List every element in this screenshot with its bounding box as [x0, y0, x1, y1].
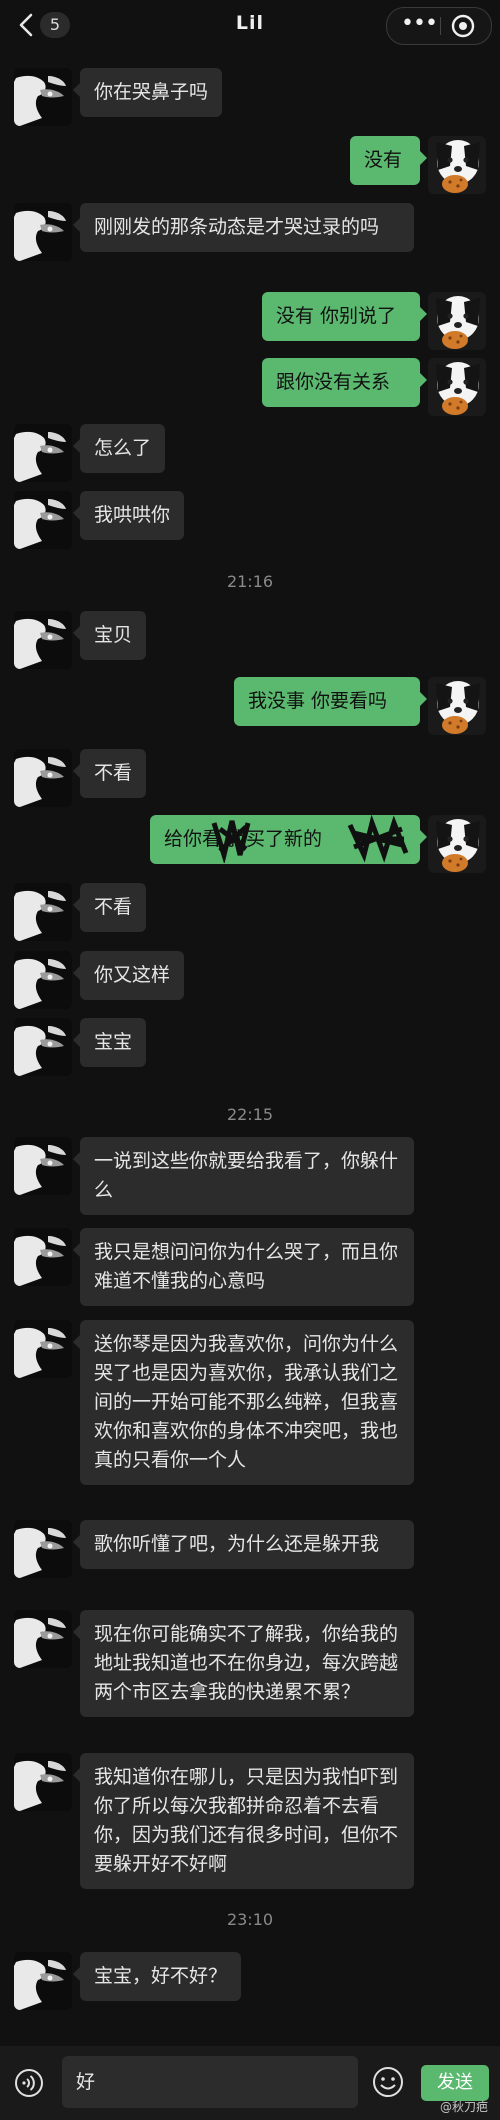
my-avatar[interactable]	[428, 136, 486, 194]
my-avatar[interactable]	[428, 815, 486, 873]
mini-program-capsule: •••	[386, 7, 492, 45]
received-message-bubble[interactable]: 刚刚发的那条动态是才哭过录的吗	[73, 203, 414, 252]
received-message-bubble[interactable]: 你又这样	[72, 951, 185, 1000]
chat-header: 5 Lil •••	[0, 0, 500, 52]
sent-message-bubble[interactable]: 跟你没有关系	[262, 358, 427, 407]
contact-avatar[interactable]	[14, 1137, 72, 1195]
contact-avatar[interactable]	[14, 203, 72, 261]
timestamp: 21:16	[226, 572, 274, 591]
contact-avatar[interactable]	[14, 1320, 72, 1378]
contact-avatar[interactable]	[14, 1753, 72, 1811]
contact-avatar[interactable]	[14, 1018, 72, 1076]
send-button[interactable]: 发送	[421, 2065, 489, 2101]
sent-message-bubble[interactable]: 没有 你别说了	[262, 292, 427, 341]
received-message-bubble[interactable]: 不看	[72, 749, 147, 798]
contact-avatar[interactable]	[14, 1952, 72, 2010]
received-message-bubble[interactable]: 怎么了	[72, 424, 166, 473]
contact-avatar[interactable]	[14, 883, 72, 941]
input-bar: 好 发送	[0, 2046, 500, 2120]
capsule-divider	[440, 17, 441, 35]
contact-avatar[interactable]	[14, 68, 72, 126]
emoji-icon[interactable]	[372, 2066, 404, 2098]
received-message-bubble[interactable]: 现在你可能确实不了解我，你给我的地址我知道也不在你身边，每次跨越两个市区去拿我的…	[73, 1610, 414, 1717]
received-message-bubble[interactable]: 歌你听懂了吧，为什么还是躲开我	[73, 1520, 414, 1569]
voice-icon[interactable]	[14, 2068, 44, 2098]
contact-avatar[interactable]	[14, 1228, 72, 1286]
timestamp: 22:15	[226, 1105, 274, 1124]
contact-avatar[interactable]	[14, 1610, 72, 1668]
message-input[interactable]: 好	[62, 2056, 358, 2108]
my-avatar[interactable]	[428, 677, 486, 735]
contact-avatar[interactable]	[14, 424, 72, 482]
received-message-bubble[interactable]: 不看	[72, 883, 147, 932]
sent-message-bubble[interactable]: 我没事 你要看吗	[234, 677, 427, 726]
received-message-bubble[interactable]: 宝宝	[72, 1018, 147, 1067]
received-message-bubble[interactable]: 我知道你在哪儿，只是因为我怕吓到你了所以每次我都拼命忍着不去看你，因为我们还有很…	[73, 1753, 414, 1889]
contact-avatar[interactable]	[14, 1520, 72, 1578]
received-message-bubble[interactable]: 送你琴是因为我喜欢你，问你为什么哭了也是因为喜欢你，我承认我们之间的一开始可能不…	[73, 1320, 414, 1485]
my-avatar[interactable]	[428, 292, 486, 350]
received-message-bubble[interactable]: 我只是想问问你为什么哭了，而且你难道不懂我的心意吗	[73, 1228, 414, 1306]
received-message-bubble[interactable]: 宝贝	[72, 611, 147, 660]
mini-program-close-icon[interactable]	[451, 14, 475, 38]
sent-message-bubble[interactable]: 没有	[350, 136, 427, 185]
watermark: @秋刀疤	[439, 2100, 488, 2114]
contact-avatar[interactable]	[14, 611, 72, 669]
sent-message-bubble[interactable]: 给你看 我买了新的	[150, 815, 427, 864]
timestamp: 23:10	[226, 1910, 274, 1929]
received-message-bubble[interactable]: 我哄哄你	[72, 491, 185, 540]
my-avatar[interactable]	[428, 358, 486, 416]
received-message-bubble[interactable]: 宝宝，好不好？	[72, 1952, 242, 2001]
contact-avatar[interactable]	[14, 491, 72, 549]
contact-avatar[interactable]	[14, 749, 72, 807]
received-message-bubble[interactable]: 你在哭鼻子吗	[72, 68, 223, 117]
contact-avatar[interactable]	[14, 951, 72, 1009]
received-message-bubble[interactable]: 一说到这些你就要给我看了，你躲什么	[73, 1137, 414, 1215]
more-dots-icon[interactable]: •••	[401, 11, 438, 36]
